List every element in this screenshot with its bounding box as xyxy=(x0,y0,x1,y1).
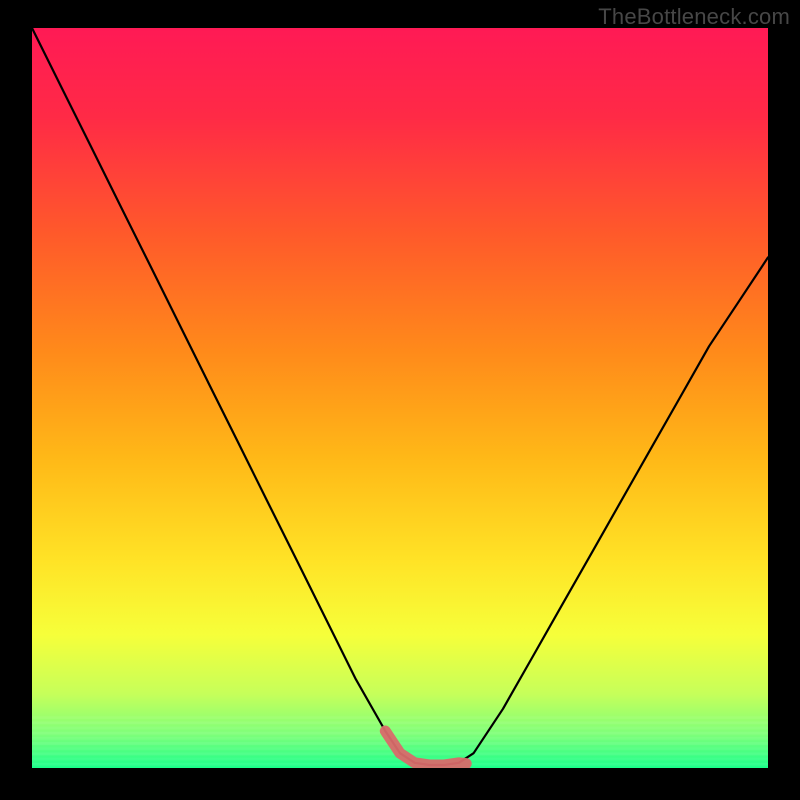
watermark-text: TheBottleneck.com xyxy=(598,4,790,30)
chart-stage: TheBottleneck.com xyxy=(0,0,800,800)
bottleneck-chart xyxy=(0,0,800,800)
